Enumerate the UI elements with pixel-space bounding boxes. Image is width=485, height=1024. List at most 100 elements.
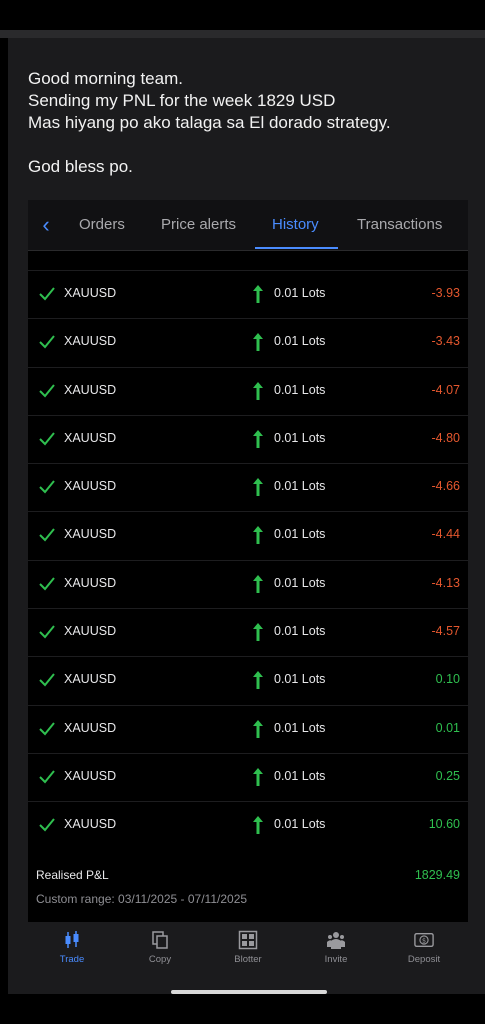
message-line: Good morning team.: [28, 69, 183, 88]
tab-price-alerts[interactable]: Price alerts: [161, 216, 236, 233]
symbol: XAUUSD: [64, 624, 117, 639]
active-tab-indicator: [255, 247, 338, 249]
pnl-value: 0.01: [435, 720, 460, 735]
lot-size: 0.01 Lots: [274, 720, 326, 735]
history-row[interactable]: XAUUSD 0.01 Lots 0.01: [28, 704, 468, 753]
lot-size: 0.01 Lots: [274, 479, 326, 494]
lot-size: 0.01 Lots: [274, 334, 326, 349]
history-row[interactable]: XAUUSD 0.01 Lots -4.44: [28, 511, 468, 559]
realised-pnl-value: 1829.49: [414, 868, 460, 882]
pnl-value: -3.93: [431, 286, 461, 300]
buy-arrow-icon: [253, 429, 263, 448]
lot-size: 0.01 Lots: [274, 575, 326, 590]
nav-label: Copy: [148, 954, 172, 965]
summary-section: Realised P&L 1829.49 Custom range: 03/11…: [28, 860, 468, 922]
buy-arrow-icon: [253, 623, 263, 642]
check-icon: [39, 287, 55, 301]
symbol: XAUUSD: [64, 527, 117, 542]
buy-arrow-icon: [253, 381, 263, 400]
nav-label: Invite: [324, 954, 348, 965]
lot-size: 0.01 Lots: [274, 624, 326, 639]
history-row[interactable]: XAUUSD 0.01 Lots 10.60: [28, 801, 468, 849]
home-indicator[interactable]: [171, 990, 327, 994]
pnl-value: -4.66: [431, 479, 461, 494]
lot-size: 0.01 Lots: [274, 430, 326, 445]
history-row[interactable]: XAUUSD 0.01 Lots 0.25: [28, 752, 468, 801]
buy-arrow-icon: [253, 478, 263, 497]
tab-transactions[interactable]: Transactions: [357, 216, 442, 233]
tab-orders[interactable]: Orders: [79, 216, 125, 233]
svg-text:$: $: [422, 938, 426, 945]
candlestick-icon: [65, 931, 79, 948]
pnl-value: -3.43: [431, 334, 461, 349]
symbol: XAUUSD: [64, 720, 117, 735]
history-row[interactable]: XAUUSD 0.01 Lots -3.43: [28, 318, 468, 366]
symbol: XAUUSD: [64, 334, 117, 349]
message-line: Sending my PNL for the week 1829 USD: [28, 91, 336, 110]
nav-deposit[interactable]: $ Deposit: [389, 930, 459, 965]
history-row[interactable]: XAUUSD 0.01 Lots -4.13: [28, 559, 468, 608]
symbol: XAUUSD: [64, 286, 117, 300]
check-icon: [39, 383, 55, 398]
symbol: XAUUSD: [64, 672, 117, 687]
blotter-icon: [238, 930, 258, 950]
lot-size: 0.01 Lots: [274, 286, 326, 300]
check-icon: [39, 818, 55, 832]
nav-invite[interactable]: Invite: [301, 930, 371, 965]
trading-app-screenshot: ‹ Orders Price alerts History Transactio…: [28, 200, 468, 922]
history-row[interactable]: XAUUSD 0.01 Lots -4.80: [28, 414, 468, 463]
lot-size: 0.01 Lots: [274, 527, 326, 542]
buy-arrow-icon: [253, 816, 263, 835]
history-row[interactable]: XAUUSD 0.01 Lots -4.07: [28, 366, 468, 415]
symbol: XAUUSD: [64, 382, 117, 397]
tab-bar: ‹ Orders Price alerts History Transactio…: [28, 200, 468, 251]
buy-arrow-icon: [253, 574, 263, 593]
people-icon: [327, 932, 345, 949]
tab-history[interactable]: History: [272, 216, 319, 233]
date-range[interactable]: Custom range: 03/11/2025 - 07/11/2025: [36, 892, 247, 906]
symbol: XAUUSD: [64, 817, 117, 832]
check-icon: [39, 480, 55, 494]
nav-label: Deposit: [407, 954, 441, 965]
pnl-value: -4.57: [431, 624, 461, 639]
lot-size: 0.01 Lots: [274, 382, 326, 397]
buy-arrow-icon: [253, 671, 263, 690]
symbol: XAUUSD: [64, 768, 117, 783]
nav-label: Blotter: [234, 954, 262, 965]
pnl-value: -4.44: [431, 527, 461, 542]
check-icon: [39, 528, 55, 542]
realised-pnl-label: Realised P&L: [36, 868, 109, 882]
history-row[interactable]: XAUUSD 0.01 Lots -4.57: [28, 608, 468, 656]
message-line: God bless po.: [28, 157, 133, 176]
lot-size: 0.01 Lots: [274, 768, 326, 783]
buy-arrow-icon: [253, 333, 263, 352]
buy-arrow-icon: [253, 767, 263, 786]
history-list: XAUUSD 0.01 Lots -3.93 XAUUSD 0.01 Lots -3.43…: [28, 270, 468, 850]
lot-size: 0.01 Lots: [274, 672, 326, 687]
nav-copy[interactable]: Copy: [125, 930, 195, 965]
check-icon: [39, 625, 55, 639]
pnl-value: 10.60: [428, 817, 460, 832]
check-icon: [39, 432, 55, 446]
top-divider: [0, 30, 485, 38]
symbol: XAUUSD: [64, 575, 117, 590]
check-icon: [39, 673, 55, 687]
check-icon: [39, 722, 55, 736]
message-text: Good morning team. Sending my PNL for th…: [28, 68, 468, 178]
buy-arrow-icon: [253, 719, 263, 738]
check-icon: [39, 577, 55, 591]
nav-trade[interactable]: Trade: [37, 930, 107, 965]
pnl-value: -4.07: [431, 382, 461, 397]
message-line: Mas hiyang po ako talaga sa El dorado st…: [28, 113, 391, 132]
pnl-value: 0.10: [435, 672, 460, 687]
pnl-value: -4.13: [431, 575, 461, 590]
lot-size: 0.01 Lots: [274, 817, 326, 832]
history-row[interactable]: XAUUSD 0.01 Lots 0.10: [28, 656, 468, 704]
buy-arrow-icon: [253, 285, 263, 303]
history-row[interactable]: XAUUSD 0.01 Lots -4.66: [28, 463, 468, 511]
back-chevron-icon[interactable]: ‹: [36, 214, 56, 236]
bottom-nav: Trade Copy Blotter Invite $ Deposit: [28, 922, 468, 972]
nav-label: Trade: [59, 954, 85, 965]
history-row[interactable]: XAUUSD 0.01 Lots -3.93: [28, 270, 468, 318]
nav-blotter[interactable]: Blotter: [213, 930, 283, 965]
